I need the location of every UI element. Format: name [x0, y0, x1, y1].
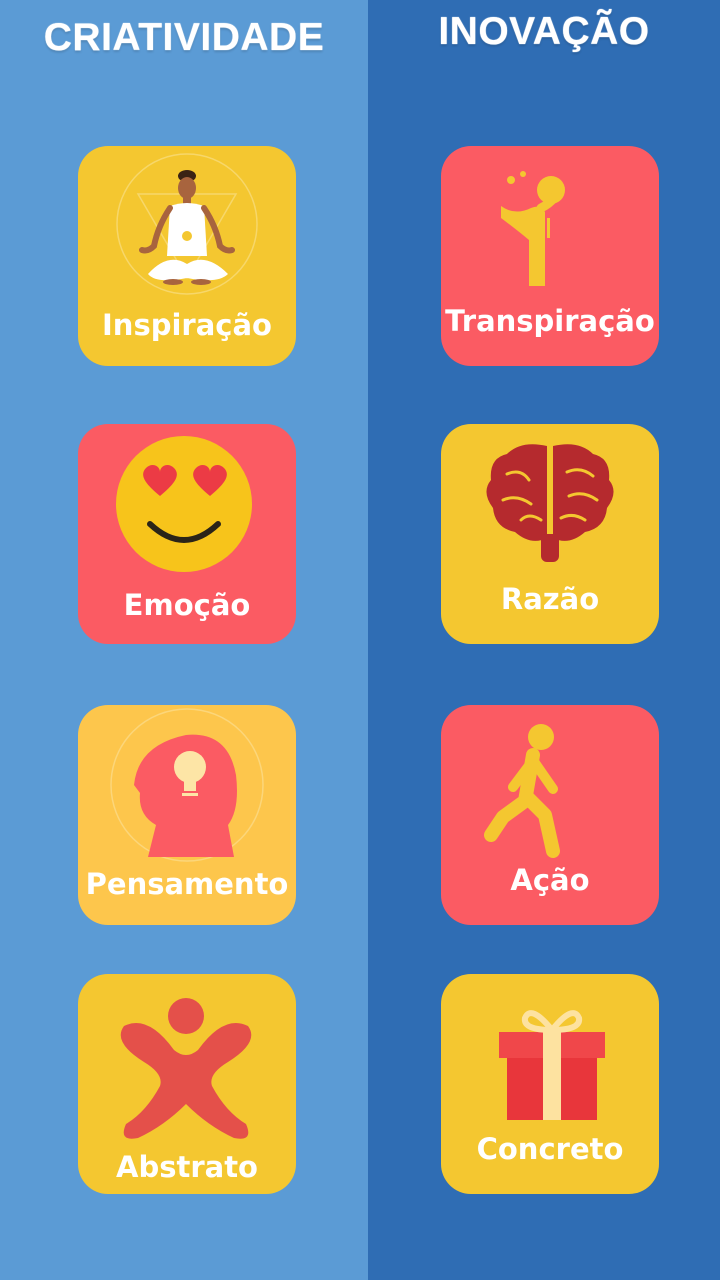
card-concreto[interactable]: Concreto: [441, 974, 659, 1194]
card-acao[interactable]: Ação: [441, 705, 659, 925]
card-razao[interactable]: Razão: [441, 424, 659, 644]
card-label: Ação: [510, 863, 590, 897]
card-abstrato[interactable]: Abstrato: [78, 974, 296, 1194]
card-label: Emoção: [123, 588, 251, 622]
card-label: Transpiração: [445, 304, 655, 338]
card-transpiracao[interactable]: Transpiração: [441, 146, 659, 366]
card-label: Inspiração: [102, 308, 272, 342]
card-label: Concreto: [476, 1132, 624, 1166]
card-label: Pensamento: [85, 867, 289, 901]
card-pensamento[interactable]: Pensamento: [78, 705, 296, 925]
card-inspiracao[interactable]: Inspiração: [78, 146, 296, 366]
criatividade-title: CRIATIVIDADE: [43, 16, 325, 59]
inovacao-title: INOVAÇÃO: [438, 10, 650, 53]
card-label: Razão: [500, 582, 600, 616]
card-emocao[interactable]: Emoção: [78, 424, 296, 644]
card-label: Abstrato: [116, 1150, 258, 1184]
